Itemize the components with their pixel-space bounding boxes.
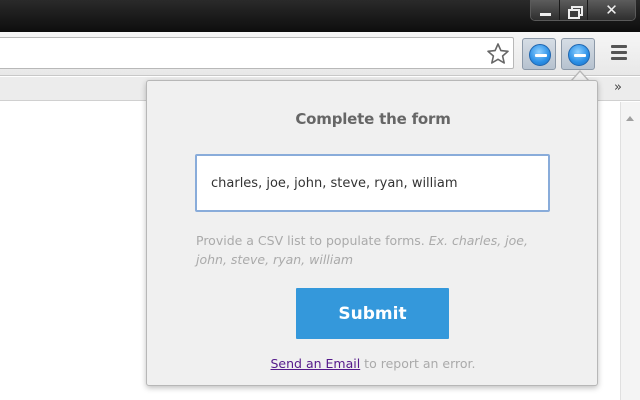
window-controls: ✕: [530, 0, 636, 21]
popup-title: Complete the form: [295, 110, 451, 128]
csv-names-input[interactable]: [195, 154, 550, 212]
close-icon: ✕: [605, 1, 618, 19]
window-titlebar: ✕: [0, 0, 640, 32]
star-outline-icon[interactable]: [486, 42, 510, 66]
bookmarks-overflow-icon[interactable]: »: [614, 80, 622, 95]
blue-extension-icon: [529, 44, 551, 66]
scroll-up-arrow-icon[interactable]: [626, 116, 634, 121]
submit-button[interactable]: Submit: [296, 288, 449, 339]
help-text: Provide a CSV list to populate forms. Ex…: [196, 231, 556, 269]
close-button[interactable]: ✕: [587, 0, 635, 20]
minimize-icon: [539, 12, 551, 16]
blue-extension-icon: [568, 44, 590, 66]
extension-button-1[interactable]: [522, 38, 556, 70]
send-email-link[interactable]: Send an Email: [271, 356, 361, 371]
browser-window: ✕ » Complete the form Provide a CSV list…: [0, 0, 640, 400]
extension-button-2[interactable]: [561, 38, 595, 70]
help-text-main: Provide a CSV list to populate forms.: [196, 233, 429, 248]
restore-icon: [567, 5, 583, 19]
footer-text: to report an error.: [360, 356, 476, 371]
minimize-button[interactable]: [531, 0, 559, 20]
extension-popup: Complete the form Provide a CSV list to …: [146, 80, 598, 386]
address-bar[interactable]: [0, 37, 514, 69]
restore-button[interactable]: [559, 0, 587, 20]
hamburger-menu-icon[interactable]: [611, 45, 629, 61]
footer-note: Send an Email to report an error.: [147, 356, 599, 371]
page-scrollbar[interactable]: [620, 102, 640, 400]
